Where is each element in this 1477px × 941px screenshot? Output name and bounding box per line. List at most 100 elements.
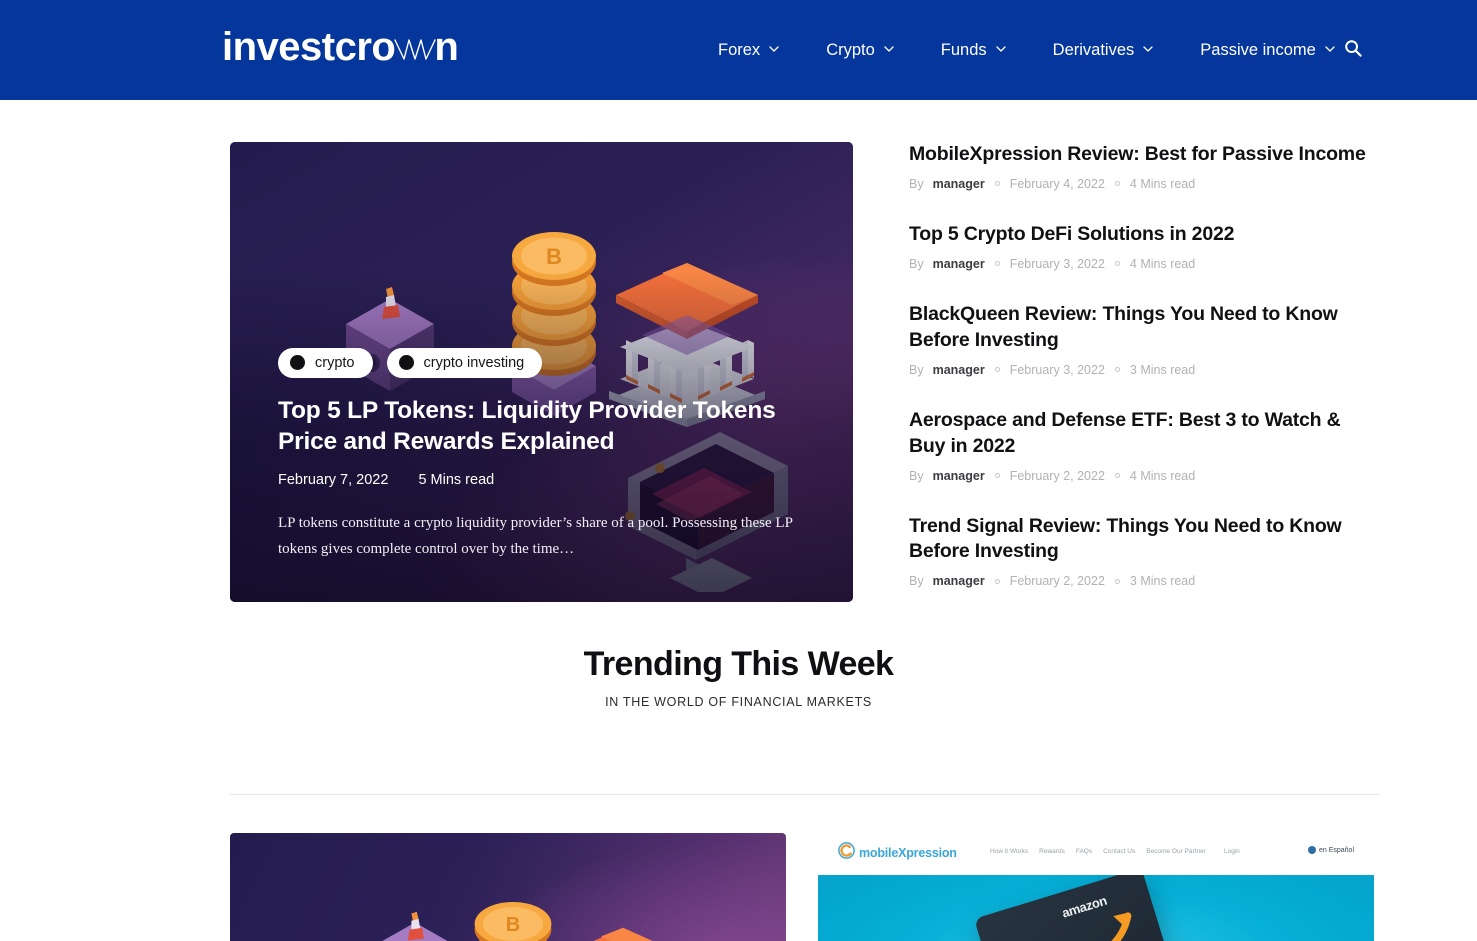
logo-text-primary: investcro [222,27,395,67]
nav-item-forex[interactable]: Forex [700,0,802,100]
by-label: By [909,574,924,588]
meta-separator-icon [995,367,1000,372]
nav-label: Crypto [826,41,875,60]
search-button[interactable] [1330,0,1376,100]
article-author[interactable]: manager [933,177,985,191]
mx-nav-become-our-partner[interactable]: Become Our Partner [1146,848,1206,855]
trending-section-header: Trending This Week IN THE WORLD OF FINAN… [0,645,1477,709]
hero-article-title[interactable]: Top 5 LP Tokens: Liquidity Provider Toke… [278,395,798,458]
mx-nav-rewards[interactable]: Rewards [1039,848,1065,855]
bank-building-illustration [548,913,698,941]
hero-tag-crypto-investing[interactable]: crypto investing [387,348,543,378]
nav-label: Forex [718,41,760,60]
article-author[interactable]: manager [933,257,985,271]
article-title[interactable]: Aerospace and Defense ETF: Best 3 to Wat… [909,408,1379,460]
meta-separator-icon [1115,181,1120,186]
safe-cube-illustration [372,911,458,941]
article-meta: By manager February 3, 2022 4 Mins read [909,257,1379,271]
hero-article-excerpt: LP tokens constitute a crypto liquidity … [278,510,805,563]
main-navigation: Forex Crypto Funds Derivatives Passive i… [700,0,1358,100]
list-item[interactable]: Top 5 Crypto DeFi Solutions in 2022 By m… [909,222,1379,271]
divider [230,794,1379,795]
meta-separator-icon [995,579,1000,584]
article-title[interactable]: BlackQueen Review: Things You Need to Kn… [909,302,1379,354]
article-author[interactable]: manager [933,363,985,377]
trending-subtitle: IN THE WORLD OF FINANCIAL MARKETS [0,695,1477,709]
amazon-wordmark: amazon [1060,893,1108,921]
hero-featured-article[interactable]: B [230,142,853,602]
mx-navigation: How it Works Rewards FAQs Contact Us Bec… [990,848,1206,855]
meta-separator-icon [1115,261,1120,266]
list-item[interactable]: Aerospace and Defense ETF: Best 3 to Wat… [909,408,1379,483]
article-title[interactable]: MobileXpression Review: Best for Passive… [909,142,1379,168]
list-item[interactable]: MobileXpression Review: Best for Passive… [909,142,1379,191]
article-date: February 3, 2022 [1010,257,1105,271]
hero-date: February 7, 2022 [278,472,388,488]
chevron-down-icon [769,44,778,53]
nav-label: Derivatives [1053,41,1135,60]
meta-separator-icon [1115,367,1120,372]
page-title: Trending This Week [0,645,1477,684]
mx-nav-faqs[interactable]: FAQs [1076,848,1092,855]
article-read-time: 3 Mins read [1130,363,1195,377]
meta-separator-icon [995,261,1000,266]
bitcoin-coin-stack-illustration: B [468,891,558,941]
nav-label: Passive income [1200,41,1316,60]
mx-language-switcher[interactable]: en Español [1308,846,1354,854]
content-area: B [0,100,1477,941]
article-read-time: 4 Mins read [1130,257,1195,271]
svg-text:B: B [506,914,521,936]
chevron-down-icon [996,44,1005,53]
page-body: B [0,100,1477,941]
article-author[interactable]: manager [933,469,985,483]
mx-login-link[interactable]: Login [1224,848,1240,855]
hero-article-meta: February 7, 2022 5 Mins read [278,472,805,488]
article-meta: By manager February 4, 2022 4 Mins read [909,177,1379,191]
logo-text-secondary: n [434,27,458,67]
trending-card-crypto[interactable]: B [230,833,786,941]
mx-swirl-icon [838,842,855,864]
article-date: February 2, 2022 [1010,469,1105,483]
list-item[interactable]: BlackQueen Review: Things You Need to Kn… [909,302,1379,377]
by-label: By [909,363,924,377]
list-item[interactable]: Trend Signal Review: Things You Need to … [909,514,1379,589]
nav-item-funds[interactable]: Funds [917,0,1029,100]
site-logo[interactable]: investcro n [222,27,458,67]
mx-logo-text: mobileXpression [859,846,957,860]
article-title[interactable]: Trend Signal Review: Things You Need to … [909,514,1379,566]
meta-separator-icon [1115,473,1120,478]
article-read-time: 4 Mins read [1130,177,1195,191]
tag-dot-icon [399,355,414,370]
mx-nav-contact-us[interactable]: Contact Us [1103,848,1135,855]
article-meta: By manager February 2, 2022 4 Mins read [909,469,1379,483]
article-read-time: 4 Mins read [1130,469,1195,483]
article-date: February 2, 2022 [1010,574,1105,588]
latest-articles-list: MobileXpression Review: Best for Passive… [909,142,1379,588]
hero-tag-crypto[interactable]: crypto [278,348,373,378]
article-date: February 3, 2022 [1010,363,1105,377]
article-read-time: 3 Mins read [1130,574,1195,588]
mx-nav-how-it-works[interactable]: How it Works [990,848,1028,855]
article-meta: By manager February 2, 2022 3 Mins read [909,574,1379,588]
meta-separator-icon [995,473,1000,478]
chevron-down-icon [1143,44,1152,53]
nav-item-derivatives[interactable]: Derivatives [1029,0,1177,100]
article-meta: By manager February 3, 2022 3 Mins read [909,363,1379,377]
mx-language-label: en Español [1319,847,1354,854]
article-author[interactable]: manager [933,574,985,588]
tag-label: crypto [315,355,355,371]
svg-text:B: B [546,244,562,269]
article-date: February 4, 2022 [1010,177,1105,191]
nav-item-crypto[interactable]: Crypto [802,0,917,100]
search-icon [1343,38,1363,63]
by-label: By [909,177,924,191]
by-label: By [909,469,924,483]
trending-card-mobilexpression[interactable]: mobileXpression How it Works Rewards FAQ… [818,833,1374,941]
site-header: investcro n Forex Crypto Funds [0,0,1477,100]
tag-dot-icon [290,355,305,370]
tag-label: crypto investing [424,355,525,371]
mx-topbar: mobileXpression How it Works Rewards FAQ… [818,833,1374,875]
chevron-down-icon [884,44,893,53]
article-title[interactable]: Top 5 Crypto DeFi Solutions in 2022 [909,222,1379,248]
crown-icon [394,30,436,70]
